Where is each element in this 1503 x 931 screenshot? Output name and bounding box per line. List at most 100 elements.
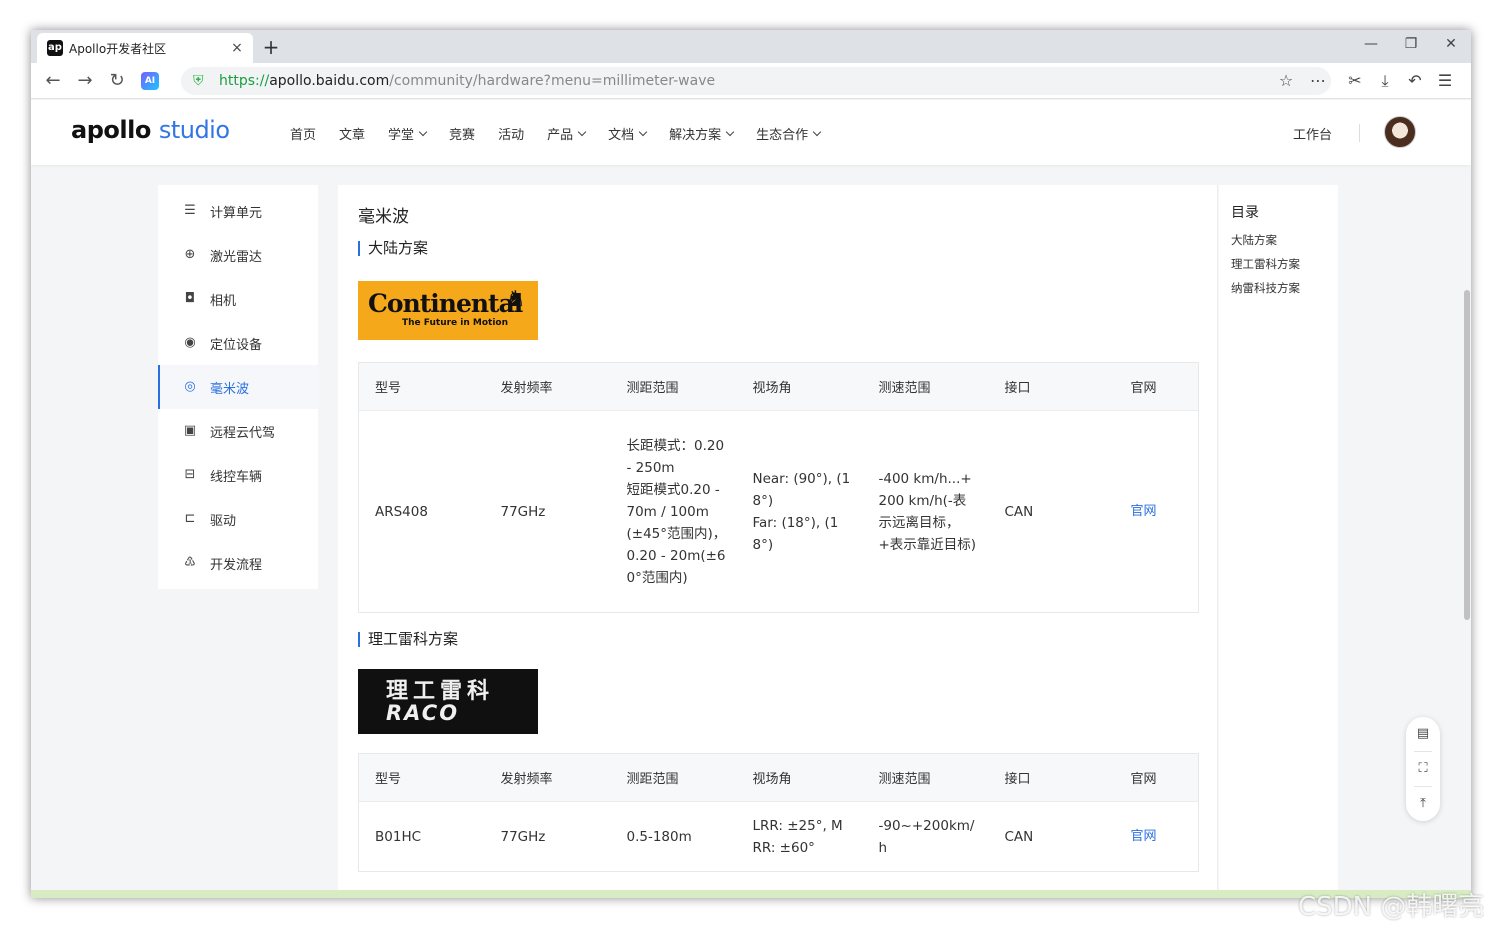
horse-icon: ♞ <box>506 287 526 312</box>
sidebar-item-positioning[interactable]: ◉ 定位设备 <box>158 321 318 365</box>
nav-label: 解决方案 <box>669 128 722 143</box>
header-speed: 测速范围 <box>862 753 989 802</box>
continental-logo-tagline: The Future in Motion <box>402 318 509 328</box>
tab-apollo[interactable]: ap Apollo开发者社区 × <box>37 33 253 63</box>
nav-label: 生态合作 <box>756 128 809 143</box>
divider <box>1414 786 1432 787</box>
scan-icon[interactable]: ⛶ <box>1406 754 1440 784</box>
location-pin-icon: ◉ <box>184 335 196 350</box>
avatar[interactable] <box>1384 116 1416 148</box>
fov-line: Far: (18°), (18°) <box>752 514 839 553</box>
sidebar-item-label: 开发流程 <box>210 557 263 573</box>
radar-wave-icon: ◎ <box>184 379 196 394</box>
cell-website: 官网 <box>1115 411 1199 613</box>
nav-label: 首页 <box>290 128 317 143</box>
feedback-icon[interactable]: ▤ <box>1406 719 1440 749</box>
more-dots-icon[interactable]: ⋯ <box>1306 69 1330 93</box>
tab-title: Apollo开发者社区 <box>69 41 167 56</box>
cell-fov: LRR: ±25°, M RR: ±60° <box>737 802 863 872</box>
cell-range: 长距模式：0.20 - 250m 短距模式0.20 - 70m / 100m (±… <box>611 411 737 613</box>
logo-main: apollo <box>71 116 151 144</box>
tab-close-icon[interactable]: × <box>227 40 247 56</box>
nav-solutions[interactable]: 解决方案 <box>669 124 735 143</box>
ai-assistant-icon[interactable]: AI <box>141 72 159 90</box>
scissors-icon[interactable]: ✂ <box>1343 69 1367 93</box>
sidebar-item-millimeter-wave[interactable]: ◎ 毫米波 <box>158 365 318 409</box>
nav-docs[interactable]: 文档 <box>608 124 648 143</box>
toc-item[interactable]: 理工雷科方案 <box>1231 256 1300 272</box>
restore-icon[interactable]: ❐ <box>1396 36 1426 52</box>
sidebar-item-camera[interactable]: ◘ 相机 <box>158 277 318 321</box>
section-title-continental: 大陆方案 <box>358 241 428 256</box>
cell-range: 0.5-180m <box>626 828 692 845</box>
floating-toolbar: ▤ ⛶ ⤒ <box>1406 717 1440 821</box>
page-scrollbar[interactable] <box>1464 290 1470 620</box>
chevron-down-icon <box>638 127 648 136</box>
sidebar-item-dev-process[interactable]: ♳ 开发流程 <box>158 541 318 585</box>
back-icon[interactable]: ← <box>41 69 65 93</box>
sidebar-item-label: 相机 <box>210 293 237 309</box>
monitor-user-icon: ▣ <box>183 423 197 438</box>
back-to-top-icon[interactable]: ⤒ <box>1406 789 1440 819</box>
continental-logo-name: Continental <box>368 289 523 318</box>
database-icon: ☰ <box>184 203 196 218</box>
nav-home[interactable]: 首页 <box>290 124 316 143</box>
toc-item[interactable]: 纳雷科技方案 <box>1231 280 1300 296</box>
address-bar[interactable]: ⛨ https://apollo.baidu.com/community/har… <box>181 67 1331 95</box>
nav-label: 文章 <box>339 128 366 143</box>
sidebar-item-drive-by-wire[interactable]: ⊟ 线控车辆 <box>158 453 318 497</box>
forward-icon[interactable]: → <box>73 69 97 93</box>
apollo-favicon-icon: ap <box>47 40 63 56</box>
sidebar-item-lidar[interactable]: ⊕ 激光雷达 <box>158 233 318 277</box>
url-text[interactable]: https://apollo.baidu.com/community/hardw… <box>219 73 715 89</box>
hardware-sidebar: ☰ 计算单元 ⊕ 激光雷达 ◘ 相机 ◉ 定位设备 ◎ 毫米波 ▣ 远程云代驾 ⊟ 线控车辆 … <box>158 185 318 589</box>
nav-label: 文档 <box>608 128 635 143</box>
cell-speed: -400 km/h...+200 km/h(-表示远离目标，+表示靠近目标) <box>878 470 977 553</box>
minimize-icon[interactable]: — <box>1356 36 1386 52</box>
header-range: 测距范围 <box>610 362 737 411</box>
header-frequency: 发射频率 <box>484 753 611 802</box>
nav-events[interactable]: 活动 <box>498 124 524 143</box>
raco-logo-en: RACO <box>386 701 460 725</box>
apollo-studio-logo[interactable]: apollo studio <box>71 116 230 144</box>
cell-interface: CAN <box>1004 828 1034 845</box>
cell-speed: -90~+200km/h <box>878 817 975 856</box>
table-row: B01HC 77GHz 0.5-180m LRR: ±25°, M RR: ±60… <box>359 802 1199 872</box>
workbench-link[interactable]: 工作台 <box>1293 124 1332 143</box>
printer-icon: ⊏ <box>184 511 196 526</box>
download-icon[interactable]: ⤓ <box>1373 69 1397 93</box>
close-window-icon[interactable]: ✕ <box>1436 36 1466 52</box>
header-model: 型号 <box>358 362 485 411</box>
header-website: 官网 <box>1114 362 1199 411</box>
nav-competition[interactable]: 竞赛 <box>449 124 475 143</box>
security-shield-icon: ⛨ <box>193 73 204 89</box>
header-frequency: 发射频率 <box>484 362 611 411</box>
nav-label: 产品 <box>547 128 574 143</box>
nav-academy[interactable]: 学堂 <box>388 124 428 143</box>
header-fov: 视场角 <box>736 753 863 802</box>
url-path: /community/hardware?menu=millimeter-wave <box>389 73 716 89</box>
header-website: 官网 <box>1114 753 1199 802</box>
nav-products[interactable]: 产品 <box>547 124 587 143</box>
cell-frequency: 77GHz <box>500 503 546 520</box>
sidebar-item-remote-driving[interactable]: ▣ 远程云代驾 <box>158 409 318 453</box>
section-title-raco: 理工雷科方案 <box>358 632 458 647</box>
table-of-contents: 目录 大陆方案 理工雷科方案 纳雷科技方案 <box>1219 185 1338 898</box>
reload-icon[interactable]: ↻ <box>105 69 129 93</box>
bookmark-star-icon[interactable]: ☆ <box>1274 69 1298 93</box>
toc-item[interactable]: 大陆方案 <box>1231 232 1277 248</box>
cell-model: B01HC <box>375 828 422 845</box>
fov-line: LRR: ±25°, M <box>752 817 843 834</box>
nav-ecosystem[interactable]: 生态合作 <box>756 124 822 143</box>
sidebar-item-compute-unit[interactable]: ☰ 计算单元 <box>158 189 318 233</box>
crosshair-icon: ⊕ <box>184 247 196 262</box>
new-tab-button[interactable]: + <box>259 35 283 59</box>
undo-icon[interactable]: ↶ <box>1403 69 1427 93</box>
website-link[interactable]: 官网 <box>1131 829 1157 844</box>
sidebar-item-driver[interactable]: ⊏ 驱动 <box>158 497 318 541</box>
menu-icon[interactable]: ☰ <box>1433 69 1457 93</box>
header-divider <box>1359 124 1360 142</box>
nav-articles[interactable]: 文章 <box>339 124 365 143</box>
header-model: 型号 <box>358 753 485 802</box>
website-link[interactable]: 官网 <box>1131 504 1157 519</box>
